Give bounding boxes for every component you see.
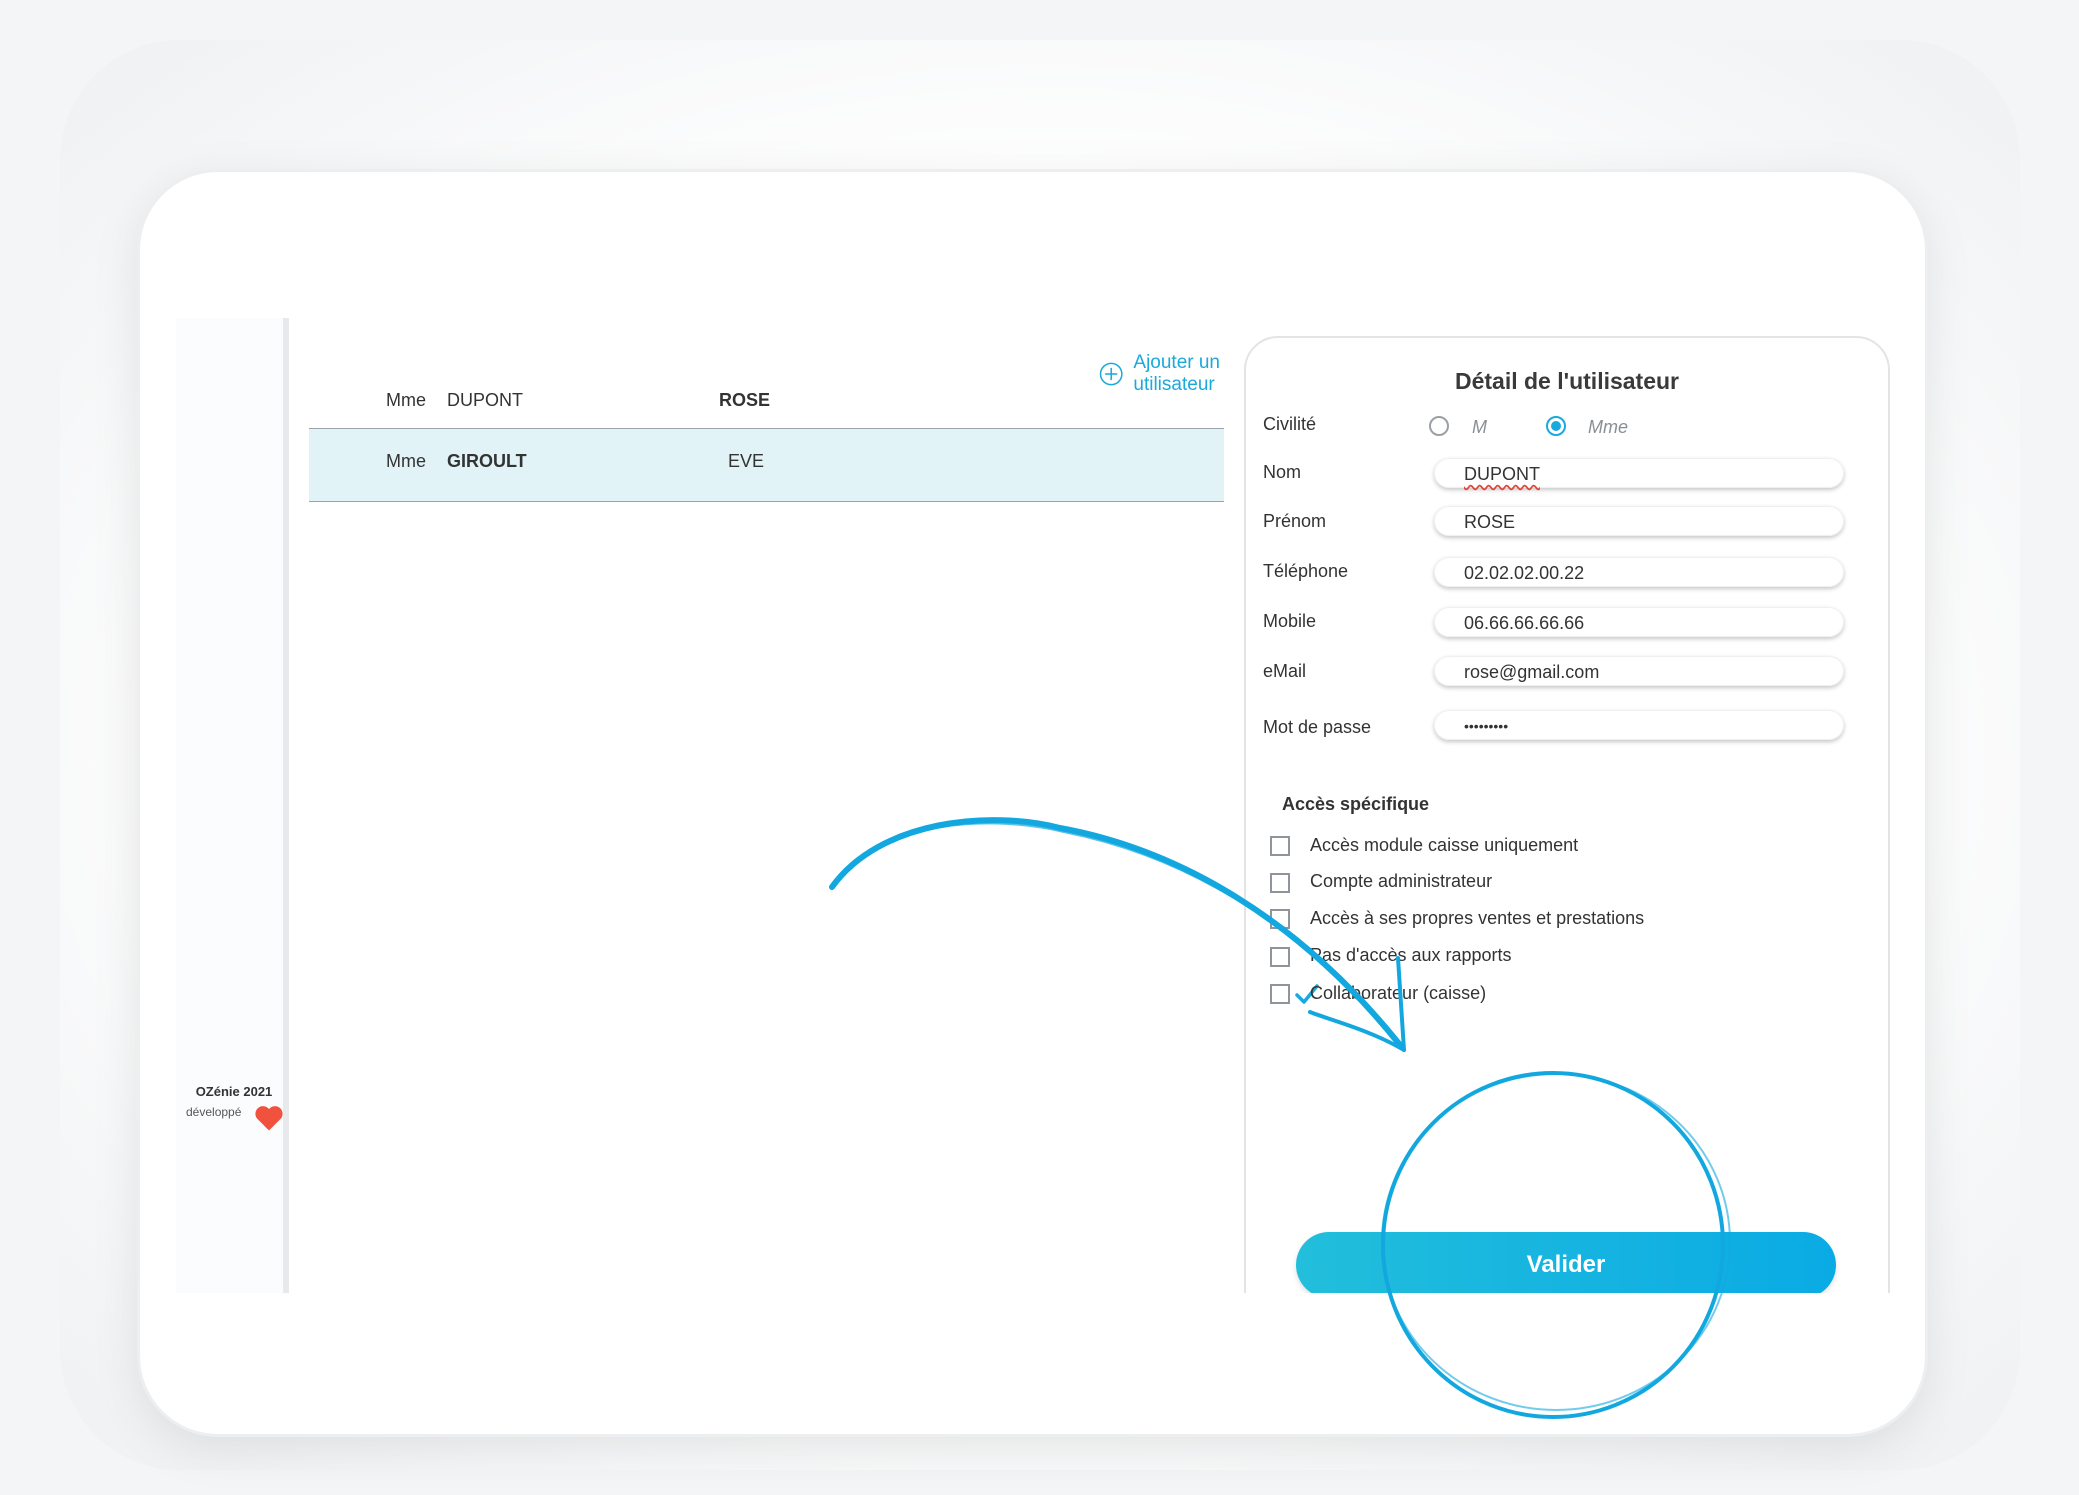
mobile-label: Mobile <box>1263 611 1317 631</box>
mobile-input[interactable]: 06.66.66.66.66 <box>1434 607 1844 637</box>
valider-button[interactable]: Valider <box>1296 1232 1836 1293</box>
row-civilite: Mme <box>386 390 426 410</box>
footer-brand: OZénie 2021 développé <box>184 1084 284 1131</box>
radio-mme-label: Mme <box>1588 417 1628 437</box>
access-checkbox-rapports[interactable] <box>1270 947 1290 967</box>
panel-title: Détail de l'utilisateur <box>1454 368 1680 394</box>
nom-value: DUPONT <box>1464 464 1540 484</box>
brand-label: OZénie 2021 <box>195 1084 273 1099</box>
telephone-input[interactable]: 02.02.02.00.22 <box>1434 557 1844 587</box>
prenom-input[interactable]: ROSE <box>1434 506 1844 536</box>
row-nom: DUPONT <box>447 390 523 410</box>
nom-input[interactable]: DUPONT <box>1434 458 1844 488</box>
email-input[interactable]: rose@gmail.com <box>1434 656 1844 686</box>
row-prenom: EVE <box>728 451 765 471</box>
access-checkbox-caisse[interactable] <box>1270 836 1290 856</box>
telephone-label: Téléphone <box>1263 561 1349 581</box>
user-list: Ajouter un utilisateur Mme DUPONT ROSE M… <box>289 318 1239 1293</box>
mobile-value: 06.66.66.66.66 <box>1464 613 1585 633</box>
heart-icon <box>255 1106 283 1131</box>
sidebar: OZénie 2021 développé <box>176 318 289 1293</box>
prenom-value: ROSE <box>1464 512 1516 532</box>
telephone-value: 02.02.02.00.22 <box>1464 563 1585 583</box>
access-label-caisse: Accès module caisse uniquement <box>1310 835 1579 855</box>
user-detail-panel: Détail de l'utilisateur Civilité M Mme N… <box>1244 336 1890 1293</box>
prenom-label: Prénom <box>1263 511 1327 531</box>
access-checkbox-ventes[interactable] <box>1270 909 1290 929</box>
row-civilite: Mme <box>386 451 426 471</box>
radio-mme[interactable] <box>1546 416 1566 436</box>
email-label: eMail <box>1263 661 1307 681</box>
access-section-title: Accès spécifique <box>1282 794 1430 814</box>
row-prenom: ROSE <box>719 390 771 410</box>
password-input[interactable]: ••••••••• <box>1434 710 1844 740</box>
table-row-selected[interactable]: Mme GIROULT EVE <box>309 428 1224 502</box>
nom-label: Nom <box>1263 462 1302 482</box>
access-label-ventes: Accès à ses propres ventes et prestation… <box>1310 908 1645 928</box>
password-label: Mot de passe <box>1263 717 1372 737</box>
access-checkbox-collaborateur[interactable] <box>1270 984 1319 1004</box>
access-label-collaborateur: Collaborateur (caisse) <box>1310 983 1487 1003</box>
email-value: rose@gmail.com <box>1464 662 1600 682</box>
access-label-rapports: Pas d'accès aux rapports <box>1310 945 1512 965</box>
row-nom: GIROULT <box>447 451 527 471</box>
radio-m-label: M <box>1472 417 1487 437</box>
password-value: ••••••••• <box>1464 718 1509 734</box>
radio-m[interactable] <box>1429 416 1449 436</box>
access-label-admin: Compte administrateur <box>1310 871 1493 891</box>
civilite-label: Civilité <box>1263 414 1317 434</box>
access-checkbox-admin[interactable] <box>1270 873 1290 893</box>
app-screen: OZénie 2021 développé Ajouter un utilisa… <box>176 318 1902 1293</box>
